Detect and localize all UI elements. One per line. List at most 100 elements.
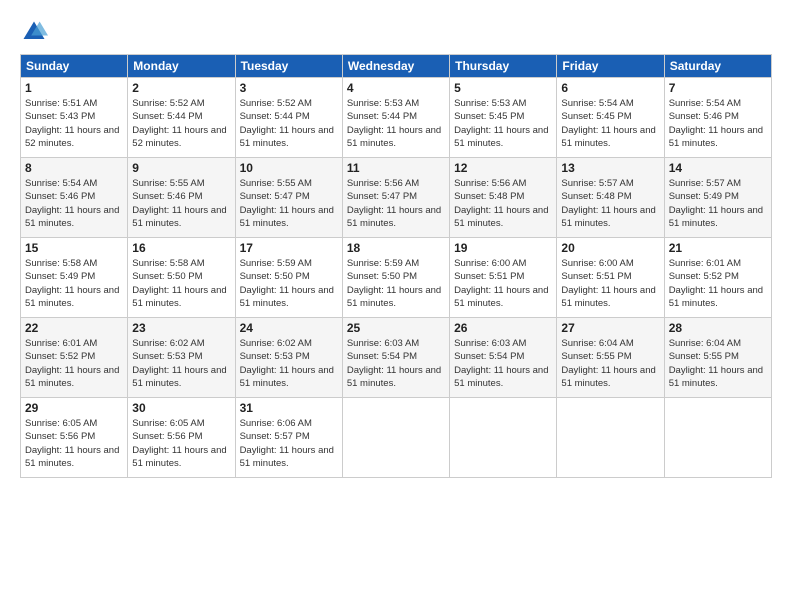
day-info: Sunrise: 6:02 AMSunset: 5:53 PMDaylight:… [132, 337, 230, 390]
day-30: 30 Sunrise: 6:05 AMSunset: 5:56 PMDayligh… [128, 398, 235, 478]
day-16: 16 Sunrise: 5:58 AMSunset: 5:50 PMDayligh… [128, 238, 235, 318]
day-info: Sunrise: 6:05 AMSunset: 5:56 PMDaylight:… [132, 417, 230, 470]
day-number: 9 [132, 161, 230, 175]
calendar-week-1: 1Sunrise: 5:51 AMSunset: 5:43 PMDaylight… [21, 78, 772, 158]
day-info: Sunrise: 6:04 AMSunset: 5:55 PMDaylight:… [561, 337, 659, 390]
day-info: Sunrise: 5:59 AMSunset: 5:50 PMDaylight:… [240, 257, 338, 310]
day-number: 21 [669, 241, 767, 255]
col-header-friday: Friday [557, 55, 664, 78]
day-info: Sunrise: 5:54 AMSunset: 5:45 PMDaylight:… [561, 97, 659, 150]
day-info: Sunrise: 5:58 AMSunset: 5:50 PMDaylight:… [132, 257, 230, 310]
day-19: 19 Sunrise: 6:00 AMSunset: 5:51 PMDayligh… [450, 238, 557, 318]
day-11: 11Sunrise: 5:56 AMSunset: 5:47 PMDayligh… [342, 158, 449, 238]
day-31: 31 Sunrise: 6:06 AMSunset: 5:57 PMDayligh… [235, 398, 342, 478]
day-28: 28 Sunrise: 6:04 AMSunset: 5:55 PMDayligh… [664, 318, 771, 398]
header-row: SundayMondayTuesdayWednesdayThursdayFrid… [21, 55, 772, 78]
day-number: 22 [25, 321, 123, 335]
calendar-week-3: 15 Sunrise: 5:58 AMSunset: 5:49 PMDayligh… [21, 238, 772, 318]
day-number: 28 [669, 321, 767, 335]
day-number: 30 [132, 401, 230, 415]
day-22: 22Sunrise: 6:01 AMSunset: 5:52 PMDayligh… [21, 318, 128, 398]
day-number: 11 [347, 161, 445, 175]
day-9: 9 Sunrise: 5:55 AMSunset: 5:46 PMDaylight… [128, 158, 235, 238]
day-29: 29 Sunrise: 6:05 AMSunset: 5:56 PMDayligh… [21, 398, 128, 478]
day-info: Sunrise: 5:55 AMSunset: 5:46 PMDaylight:… [132, 177, 230, 230]
calendar-week-4: 22Sunrise: 6:01 AMSunset: 5:52 PMDayligh… [21, 318, 772, 398]
page: SundayMondayTuesdayWednesdayThursdayFrid… [0, 0, 792, 612]
day-number: 8 [25, 161, 123, 175]
day-14: 14 Sunrise: 5:57 AMSunset: 5:49 PMDayligh… [664, 158, 771, 238]
day-number: 13 [561, 161, 659, 175]
empty-cell [450, 398, 557, 478]
day-number: 29 [25, 401, 123, 415]
day-8: 8Sunrise: 5:54 AMSunset: 5:46 PMDaylight… [21, 158, 128, 238]
col-header-wednesday: Wednesday [342, 55, 449, 78]
day-number: 5 [454, 81, 552, 95]
day-number: 10 [240, 161, 338, 175]
day-number: 4 [347, 81, 445, 95]
day-info: Sunrise: 6:04 AMSunset: 5:55 PMDaylight:… [669, 337, 767, 390]
day-info: Sunrise: 6:00 AMSunset: 5:51 PMDaylight:… [561, 257, 659, 310]
day-18: 18 Sunrise: 5:59 AMSunset: 5:50 PMDayligh… [342, 238, 449, 318]
day-info: Sunrise: 6:03 AMSunset: 5:54 PMDaylight:… [347, 337, 445, 390]
day-number: 7 [669, 81, 767, 95]
day-number: 19 [454, 241, 552, 255]
day-1: 1Sunrise: 5:51 AMSunset: 5:43 PMDaylight… [21, 78, 128, 158]
day-20: 20 Sunrise: 6:00 AMSunset: 5:51 PMDayligh… [557, 238, 664, 318]
day-number: 20 [561, 241, 659, 255]
day-info: Sunrise: 6:02 AMSunset: 5:53 PMDaylight:… [240, 337, 338, 390]
logo-icon [20, 18, 48, 46]
day-info: Sunrise: 6:03 AMSunset: 5:54 PMDaylight:… [454, 337, 552, 390]
day-number: 24 [240, 321, 338, 335]
day-info: Sunrise: 5:53 AMSunset: 5:44 PMDaylight:… [347, 97, 445, 150]
day-info: Sunrise: 6:06 AMSunset: 5:57 PMDaylight:… [240, 417, 338, 470]
day-number: 15 [25, 241, 123, 255]
day-3: 3 Sunrise: 5:52 AMSunset: 5:44 PMDaylight… [235, 78, 342, 158]
col-header-sunday: Sunday [21, 55, 128, 78]
logo [20, 18, 52, 46]
day-number: 31 [240, 401, 338, 415]
day-15: 15 Sunrise: 5:58 AMSunset: 5:49 PMDayligh… [21, 238, 128, 318]
day-info: Sunrise: 6:00 AMSunset: 5:51 PMDaylight:… [454, 257, 552, 310]
day-info: Sunrise: 5:57 AMSunset: 5:49 PMDaylight:… [669, 177, 767, 230]
day-number: 25 [347, 321, 445, 335]
day-17: 17Sunrise: 5:59 AMSunset: 5:50 PMDayligh… [235, 238, 342, 318]
day-info: Sunrise: 5:54 AMSunset: 5:46 PMDaylight:… [669, 97, 767, 150]
day-info: Sunrise: 5:58 AMSunset: 5:49 PMDaylight:… [25, 257, 123, 310]
day-7: 7 Sunrise: 5:54 AMSunset: 5:46 PMDaylight… [664, 78, 771, 158]
day-info: Sunrise: 6:01 AMSunset: 5:52 PMDaylight:… [669, 257, 767, 310]
day-25: 25 Sunrise: 6:03 AMSunset: 5:54 PMDayligh… [342, 318, 449, 398]
day-27: 27Sunrise: 6:04 AMSunset: 5:55 PMDayligh… [557, 318, 664, 398]
day-number: 26 [454, 321, 552, 335]
day-number: 1 [25, 81, 123, 95]
day-24: 24 Sunrise: 6:02 AMSunset: 5:53 PMDayligh… [235, 318, 342, 398]
col-header-thursday: Thursday [450, 55, 557, 78]
day-info: Sunrise: 5:57 AMSunset: 5:48 PMDaylight:… [561, 177, 659, 230]
day-info: Sunrise: 5:56 AMSunset: 5:48 PMDaylight:… [454, 177, 552, 230]
day-5: 5Sunrise: 5:53 AMSunset: 5:45 PMDaylight… [450, 78, 557, 158]
day-number: 16 [132, 241, 230, 255]
calendar-week-5: 29 Sunrise: 6:05 AMSunset: 5:56 PMDayligh… [21, 398, 772, 478]
day-number: 12 [454, 161, 552, 175]
col-header-tuesday: Tuesday [235, 55, 342, 78]
day-6: 6 Sunrise: 5:54 AMSunset: 5:45 PMDaylight… [557, 78, 664, 158]
day-13: 13 Sunrise: 5:57 AMSunset: 5:48 PMDayligh… [557, 158, 664, 238]
day-info: Sunrise: 5:59 AMSunset: 5:50 PMDaylight:… [347, 257, 445, 310]
day-number: 14 [669, 161, 767, 175]
day-4: 4 Sunrise: 5:53 AMSunset: 5:44 PMDaylight… [342, 78, 449, 158]
day-number: 6 [561, 81, 659, 95]
col-header-saturday: Saturday [664, 55, 771, 78]
col-header-monday: Monday [128, 55, 235, 78]
calendar-table: SundayMondayTuesdayWednesdayThursdayFrid… [20, 54, 772, 478]
day-info: Sunrise: 5:52 AMSunset: 5:44 PMDaylight:… [132, 97, 230, 150]
day-number: 23 [132, 321, 230, 335]
day-info: Sunrise: 5:52 AMSunset: 5:44 PMDaylight:… [240, 97, 338, 150]
day-number: 3 [240, 81, 338, 95]
day-26: 26 Sunrise: 6:03 AMSunset: 5:54 PMDayligh… [450, 318, 557, 398]
day-number: 2 [132, 81, 230, 95]
day-2: 2 Sunrise: 5:52 AMSunset: 5:44 PMDaylight… [128, 78, 235, 158]
day-23: 23 Sunrise: 6:02 AMSunset: 5:53 PMDayligh… [128, 318, 235, 398]
day-info: Sunrise: 6:05 AMSunset: 5:56 PMDaylight:… [25, 417, 123, 470]
day-number: 18 [347, 241, 445, 255]
header [20, 18, 772, 46]
